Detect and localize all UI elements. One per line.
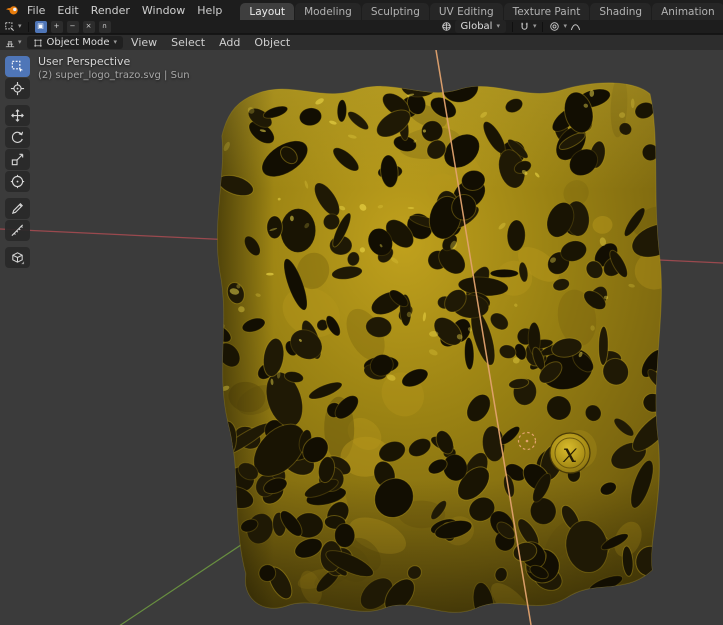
topbar: File Edit Render Window Help Layout Mode… bbox=[0, 0, 723, 20]
separator bbox=[511, 21, 513, 32]
editor-type-button[interactable] bbox=[4, 37, 16, 49]
workspace-tabs: Layout Modeling Sculpting UV Editing Tex… bbox=[240, 0, 723, 20]
menu-edit[interactable]: Edit bbox=[51, 2, 84, 19]
tab-animation[interactable]: Animation bbox=[652, 3, 723, 20]
menu-help[interactable]: Help bbox=[191, 2, 228, 19]
chevron-down-icon: ▾ bbox=[496, 22, 500, 30]
menu-add[interactable]: Add bbox=[213, 36, 246, 49]
transform-orientation-dropdown[interactable]: Global ▾ bbox=[454, 20, 506, 33]
toolbar bbox=[5, 56, 30, 269]
mode-dropdown[interactable]: Object Mode ▾ bbox=[26, 36, 124, 49]
move-tool[interactable] bbox=[5, 105, 30, 126]
tool-settings-right: Global ▾ ▾ ▾ bbox=[441, 20, 581, 33]
annotate-tool[interactable] bbox=[5, 198, 30, 219]
rotate-tool[interactable] bbox=[5, 127, 30, 148]
tab-modeling[interactable]: Modeling bbox=[295, 3, 361, 20]
separator bbox=[542, 21, 544, 32]
snap-magnet-icon[interactable] bbox=[519, 21, 530, 32]
menu-object[interactable]: Object bbox=[248, 36, 296, 49]
select-box-tool[interactable] bbox=[5, 56, 30, 77]
object-mode-icon bbox=[33, 38, 43, 48]
tab-layout[interactable]: Layout bbox=[240, 3, 295, 20]
orientation-label: Global bbox=[460, 21, 493, 32]
proportional-editing-icon[interactable] bbox=[549, 21, 560, 32]
chevron-down-icon[interactable]: ▾ bbox=[563, 23, 567, 30]
tab-shading[interactable]: Shading bbox=[590, 3, 652, 20]
chevron-down-icon: ▾ bbox=[113, 38, 118, 46]
viewport-header: ▾ Object Mode ▾ View Select Add Object bbox=[0, 34, 723, 50]
falloff-curve-icon[interactable] bbox=[570, 21, 581, 32]
tab-sculpting[interactable]: Sculpting bbox=[361, 3, 429, 20]
select-mode-subtract-icon[interactable]: − bbox=[66, 20, 79, 33]
scene-render: x bbox=[0, 50, 723, 625]
add-cube-tool[interactable] bbox=[5, 247, 30, 268]
tool-settings-left: ▾ ▣ + − × ∩ bbox=[4, 20, 112, 33]
blender-window: File Edit Render Window Help Layout Mode… bbox=[0, 0, 723, 625]
chevron-down-icon[interactable]: ▾ bbox=[18, 23, 22, 30]
logo-medallion: x bbox=[549, 432, 591, 474]
y-axis-line bbox=[119, 530, 263, 625]
cursor-tool[interactable] bbox=[5, 78, 30, 99]
logo-x-glyph: x bbox=[563, 439, 578, 469]
select-mode-extend-icon[interactable]: + bbox=[50, 20, 63, 33]
chevron-down-icon: ▾ bbox=[18, 38, 22, 46]
select-mode-set-icon[interactable]: ▣ bbox=[34, 20, 47, 33]
viewport-3d[interactable]: x User Perspective (2) super_logo_trazo.… bbox=[0, 50, 723, 625]
menu-view[interactable]: View bbox=[125, 36, 163, 49]
chevron-down-icon[interactable]: ▾ bbox=[533, 23, 537, 30]
blender-logo-icon[interactable] bbox=[5, 4, 19, 16]
select-mode-intersect-icon[interactable]: ∩ bbox=[98, 20, 111, 33]
menu-render[interactable]: Render bbox=[85, 2, 136, 19]
tool-settings-bar: ▾ ▣ + − × ∩ Global ▾ ▾ ▾ bbox=[0, 20, 723, 34]
orientation-axes-icon bbox=[441, 21, 452, 32]
tab-uv-editing[interactable]: UV Editing bbox=[429, 3, 503, 20]
scale-tool[interactable] bbox=[5, 149, 30, 170]
menu-select[interactable]: Select bbox=[165, 36, 211, 49]
menu-window[interactable]: Window bbox=[136, 2, 191, 19]
transform-tool[interactable] bbox=[5, 171, 30, 192]
active-tool-icon[interactable] bbox=[4, 21, 15, 32]
measure-tool[interactable] bbox=[5, 220, 30, 241]
tab-texture-paint[interactable]: Texture Paint bbox=[503, 3, 590, 20]
separator bbox=[27, 21, 29, 32]
mode-label: Object Mode bbox=[46, 37, 110, 48]
menu-file[interactable]: File bbox=[21, 2, 51, 19]
select-mode-invert-icon[interactable]: × bbox=[82, 20, 95, 33]
